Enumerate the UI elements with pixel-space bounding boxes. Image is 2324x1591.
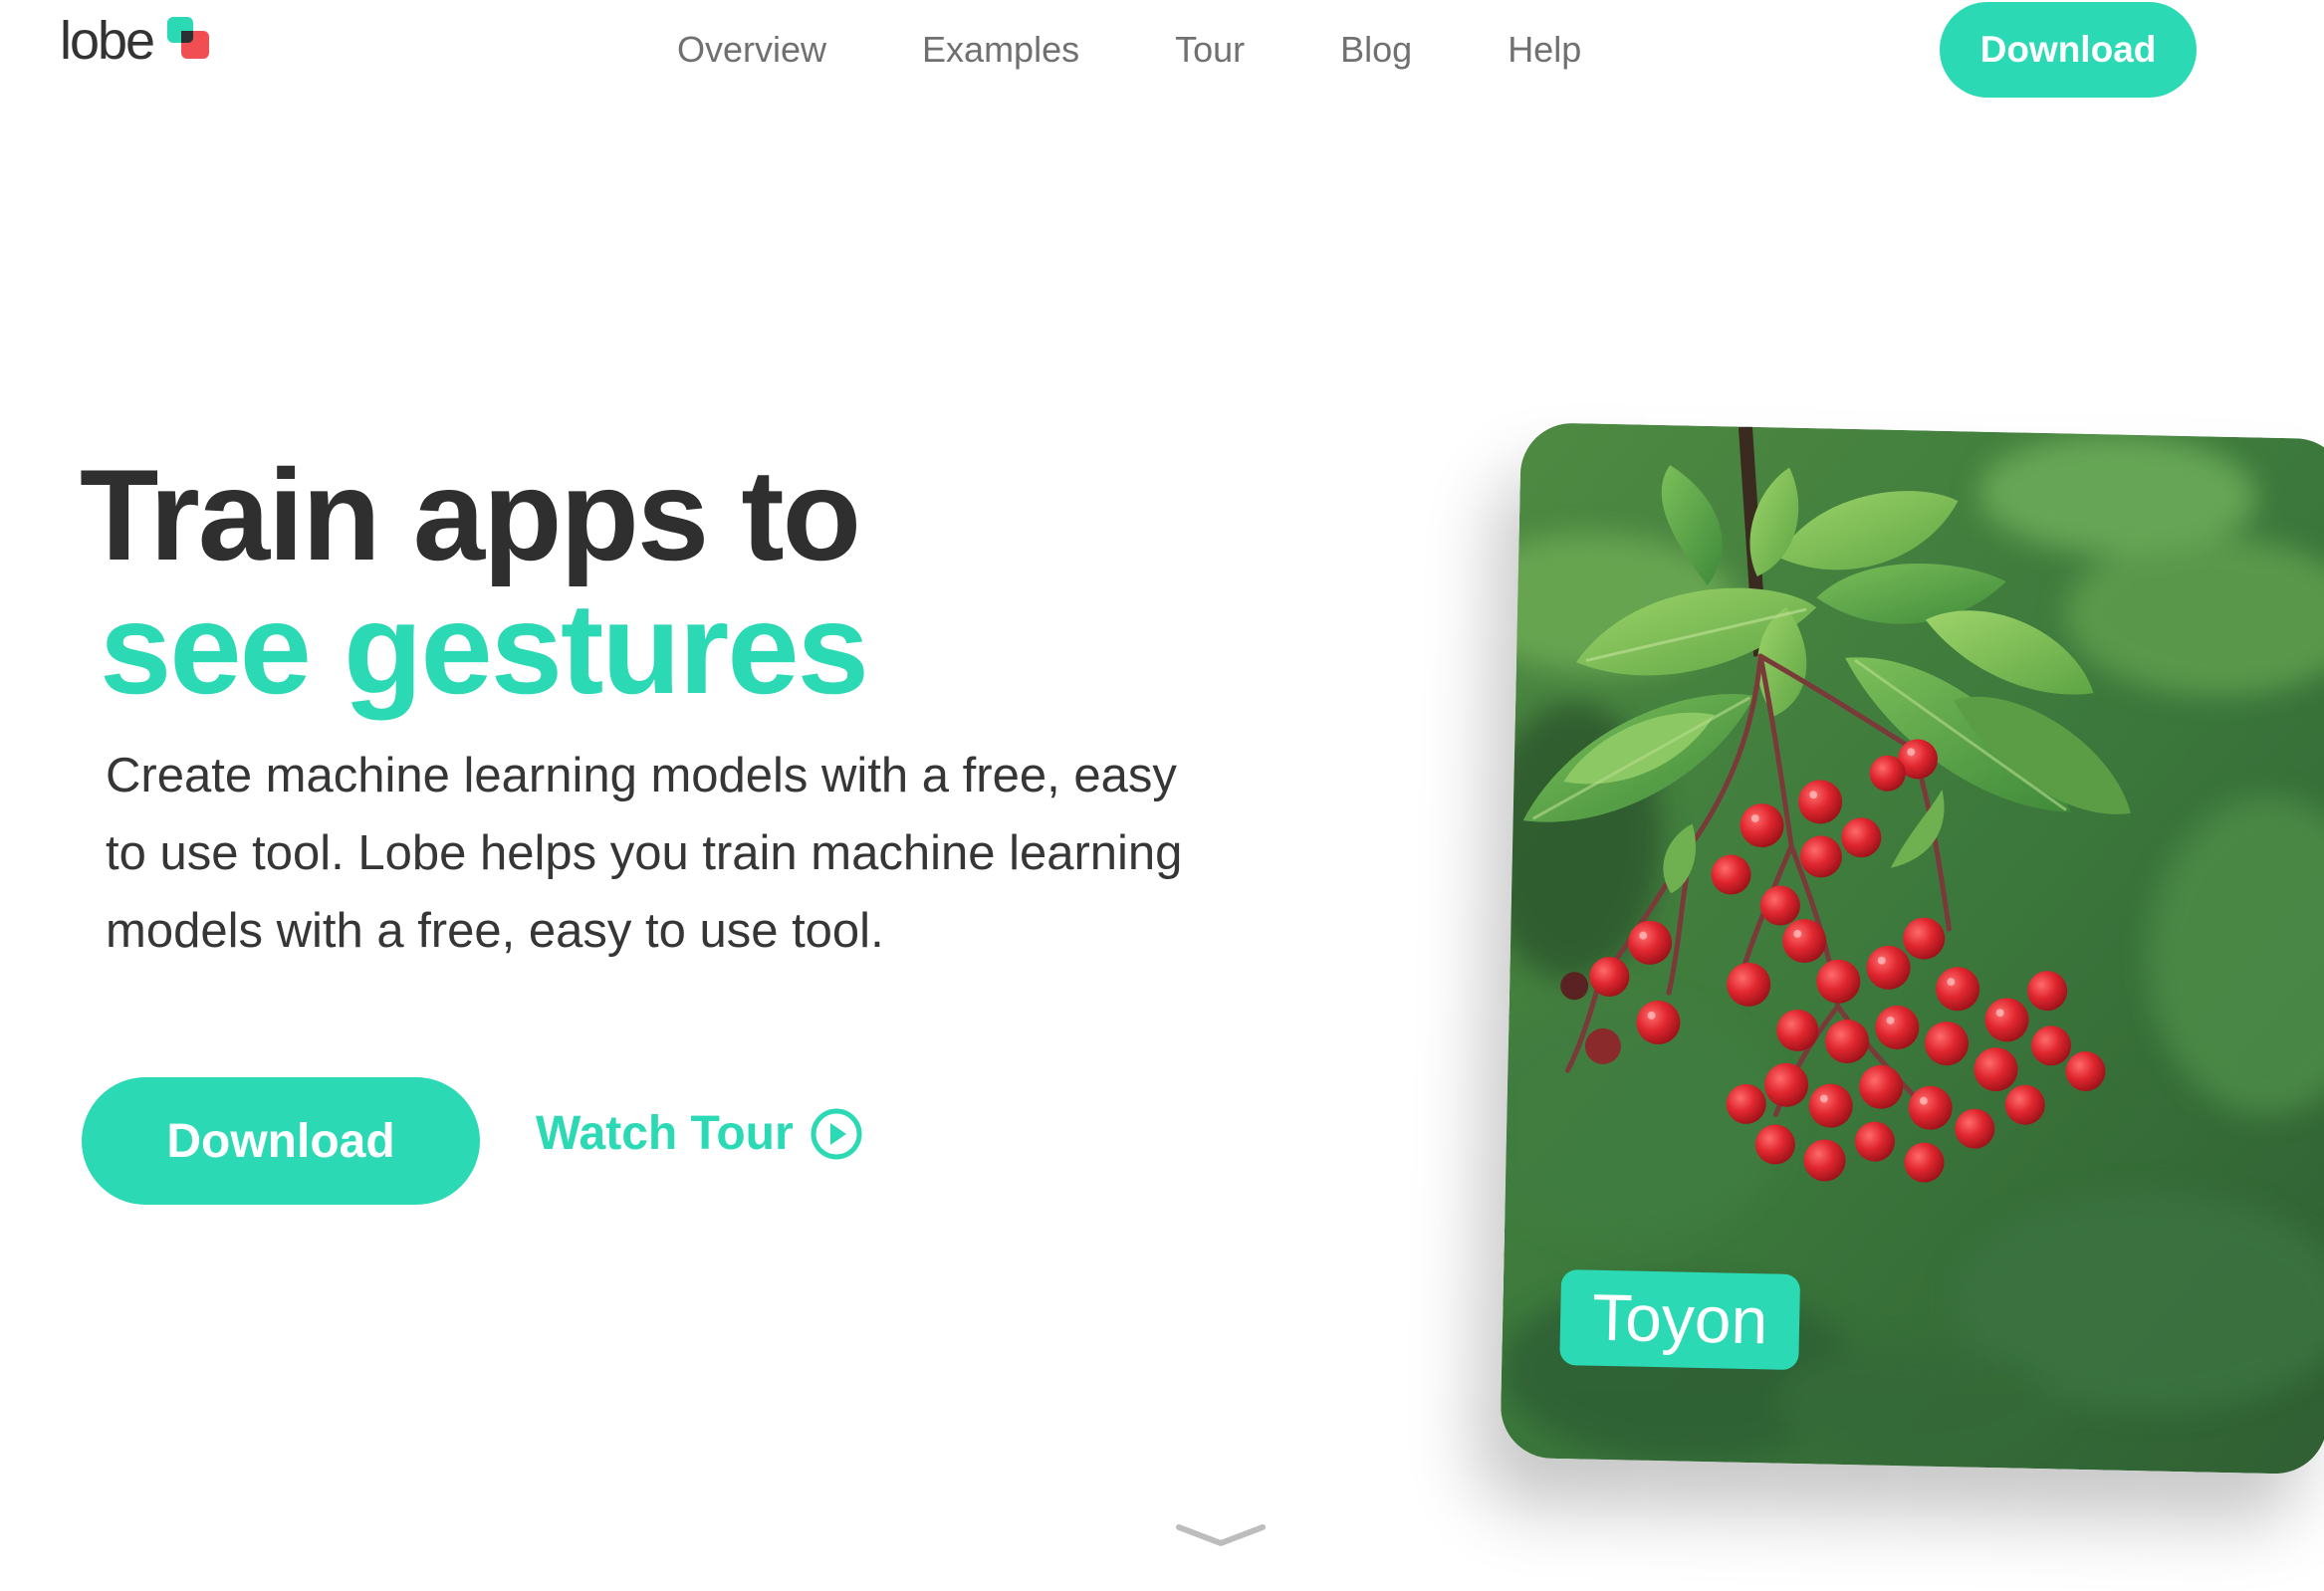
hero-headline: Train apps to [80,442,861,587]
hero-description: Create machine learning models with a fr… [106,749,1183,958]
watch-tour-link[interactable]: Watch Tour [536,1107,863,1161]
example-card: Toyon [1500,422,2324,1476]
prediction-label: Toyon [1559,1269,1801,1371]
nav-overview[interactable]: Overview [677,24,826,76]
chevron-down-icon[interactable] [1173,1519,1269,1551]
nav-tour[interactable]: Tour [1175,24,1245,76]
hero-download-button[interactable]: Download [82,1077,480,1205]
nav-examples[interactable]: Examples [922,24,1079,76]
nav-blog[interactable]: Blog [1340,24,1412,76]
nav-help[interactable]: Help [1508,24,1581,76]
play-circle-icon [811,1108,862,1160]
header-download-button[interactable]: Download [1940,2,2197,98]
logo-text: lobe [60,11,155,71]
main-nav: Overview Examples Tour Blog Help [677,24,1581,76]
logo-link[interactable]: lobe [60,14,213,68]
watch-tour-label: Watch Tour [536,1107,794,1160]
hero-headline-accent: see gestures [100,575,869,721]
logo-mark-icon [167,17,213,63]
landing-page: lobe Overview Examples Tour Blog Help Do… [0,0,2324,1591]
